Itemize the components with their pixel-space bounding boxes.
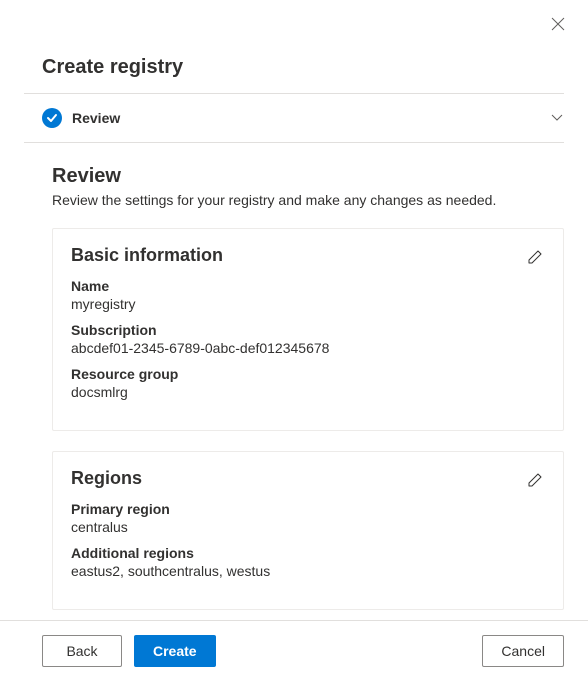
- step-left: Review: [42, 108, 120, 128]
- edit-regions-button[interactable]: [523, 468, 547, 492]
- subscription-label: Subscription: [71, 322, 545, 338]
- review-title: Review: [52, 165, 564, 188]
- subscription-value: abcdef01-2345-6789-0abc-def012345678: [71, 340, 545, 356]
- chevron-down-icon: [550, 110, 564, 127]
- regions-card: Regions Primary region centralus Additio…: [52, 451, 564, 610]
- close-button[interactable]: [546, 12, 570, 36]
- primary-region-value: centralus: [71, 519, 545, 535]
- pencil-icon: [527, 472, 543, 488]
- step-header-review[interactable]: Review: [0, 94, 588, 142]
- resource-group-label: Resource group: [71, 366, 545, 382]
- basic-information-card: Basic information Name myregistry Subscr…: [52, 228, 564, 431]
- footer-left: Back Create: [42, 635, 216, 667]
- name-label: Name: [71, 278, 545, 294]
- additional-regions-value: eastus2, southcentralus, westus: [71, 563, 545, 579]
- name-value: myregistry: [71, 296, 545, 312]
- step-label: Review: [72, 110, 120, 126]
- create-button[interactable]: Create: [134, 635, 216, 667]
- pencil-icon: [527, 249, 543, 265]
- footer: Back Create Cancel: [0, 620, 588, 681]
- content-area: Review Review the settings for your regi…: [0, 143, 588, 610]
- resource-group-value: docsmlrg: [71, 384, 545, 400]
- check-icon: [42, 108, 62, 128]
- cancel-button[interactable]: Cancel: [482, 635, 564, 667]
- regions-title: Regions: [71, 468, 545, 489]
- back-button[interactable]: Back: [42, 635, 122, 667]
- edit-basic-info-button[interactable]: [523, 245, 547, 269]
- primary-region-label: Primary region: [71, 501, 545, 517]
- page-title: Create registry: [0, 0, 588, 93]
- basic-info-title: Basic information: [71, 245, 545, 266]
- close-icon: [551, 17, 565, 31]
- additional-regions-label: Additional regions: [71, 545, 545, 561]
- review-subtitle: Review the settings for your registry an…: [52, 192, 564, 208]
